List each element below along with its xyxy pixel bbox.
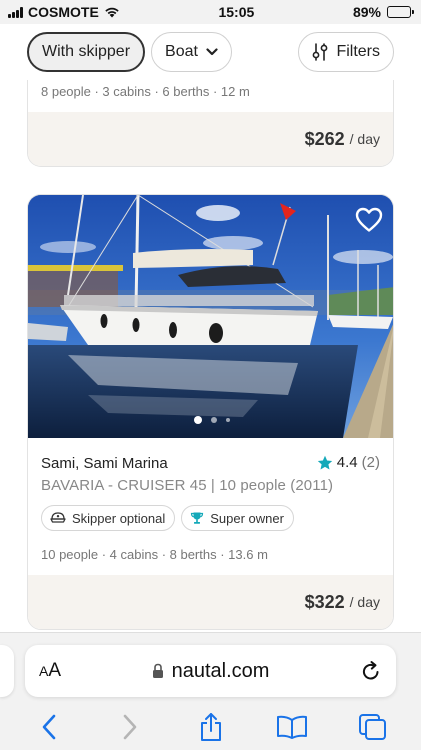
bookmarks-button[interactable] <box>270 710 314 744</box>
listing-2-model: BAVARIA - CRUISER 45 | 10 people (2011) <box>41 477 334 494</box>
aa-large-letter: A <box>48 660 62 681</box>
trophy-icon <box>191 512 204 524</box>
status-right: 89% <box>352 4 414 20</box>
status-left: COSMOTE <box>8 4 120 20</box>
previous-tab-peek[interactable] <box>0 645 14 697</box>
listing-2-location: Sami, Sami Marina <box>41 455 168 472</box>
reader-settings-button[interactable]: AA <box>39 660 61 682</box>
rating-score: 4.4 <box>336 454 358 471</box>
tabs-icon <box>358 714 386 740</box>
listing-2-badges: Skipper optional Super owner <box>41 505 294 531</box>
listing-1-specs: 8 people · 3 cabins · 6 berths · 12 m <box>41 84 250 99</box>
share-button[interactable] <box>189 710 233 744</box>
chevron-right-icon <box>123 714 136 740</box>
listing-1-price: $262 <box>304 128 345 149</box>
photo-carousel-dots[interactable] <box>28 416 393 424</box>
listing-2-price-band: $322 / day <box>28 575 393 629</box>
carousel-dot-active <box>193 416 202 424</box>
boat-type-dropdown[interactable]: Boat <box>151 32 232 72</box>
listing-card-2[interactable]: Sami, Sami Marina 4.4 (2) BAVARIA - CRUI… <box>27 194 394 630</box>
boat-photo-image <box>28 195 393 438</box>
tabs-button[interactable] <box>351 710 395 744</box>
boat-photo[interactable] <box>28 195 393 438</box>
listing-1-price-band: $262 / day <box>28 112 393 166</box>
filter-bar: With skipper Boat Filters <box>0 24 421 80</box>
app-page: COSMOTE 15:05 89% With skipper Boat Filt… <box>0 0 421 750</box>
status-bar: COSMOTE 15:05 89% <box>0 0 421 24</box>
sliders-icon <box>313 43 328 61</box>
listing-card-1[interactable]: 8 people · 3 cabins · 6 berths · 12 m $2… <box>27 74 394 167</box>
with-skipper-label: With skipper <box>42 43 131 60</box>
battery-percent: 89% <box>352 4 381 20</box>
skipper-hat-icon <box>50 512 66 523</box>
share-icon <box>200 713 221 741</box>
boat-type-label: Boat <box>165 43 198 60</box>
with-skipper-filter[interactable]: With skipper <box>27 32 146 72</box>
chevron-down-icon <box>206 48 218 56</box>
lock-icon <box>152 663 163 678</box>
super-owner-badge: Super owner <box>181 505 294 531</box>
filters-label: Filters <box>336 43 380 60</box>
super-owner-label: Super owner <box>210 510 284 526</box>
reload-icon[interactable] <box>360 660 382 682</box>
review-count: (2) <box>361 454 380 471</box>
browser-chrome: AA nautal.com <box>0 632 421 750</box>
address-bar[interactable]: AA nautal.com <box>25 645 396 697</box>
url-text: nautal.com <box>171 659 270 682</box>
battery-icon <box>387 6 414 18</box>
book-icon <box>276 715 307 739</box>
browser-toolbar <box>0 709 421 745</box>
signal-icon <box>8 6 23 18</box>
chevron-left-icon <box>42 714 55 740</box>
back-button[interactable] <box>27 710 71 744</box>
url-display[interactable]: nautal.com <box>61 660 360 683</box>
star-icon <box>317 455 332 469</box>
favorite-heart-icon[interactable] <box>355 207 383 233</box>
carousel-dot <box>210 417 217 423</box>
listing-2-rating: 4.4 (2) <box>317 454 380 471</box>
skipper-optional-label: Skipper optional <box>72 510 166 526</box>
wifi-icon <box>105 7 119 18</box>
listing-1-per-day: / day <box>349 131 380 147</box>
listing-2-specs: 10 people · 4 cabins · 8 berths · 13.6 m <box>41 547 268 562</box>
clock: 15:05 <box>218 4 255 20</box>
carousel-dot <box>225 418 230 422</box>
forward-button[interactable] <box>108 710 152 744</box>
aa-small-letter: A <box>39 663 49 679</box>
skipper-optional-badge: Skipper optional <box>41 505 176 531</box>
listing-2-per-day: / day <box>349 594 380 610</box>
listing-2-price: $322 <box>304 591 345 612</box>
carrier-label: COSMOTE <box>28 4 99 20</box>
filters-button[interactable]: Filters <box>298 32 394 72</box>
